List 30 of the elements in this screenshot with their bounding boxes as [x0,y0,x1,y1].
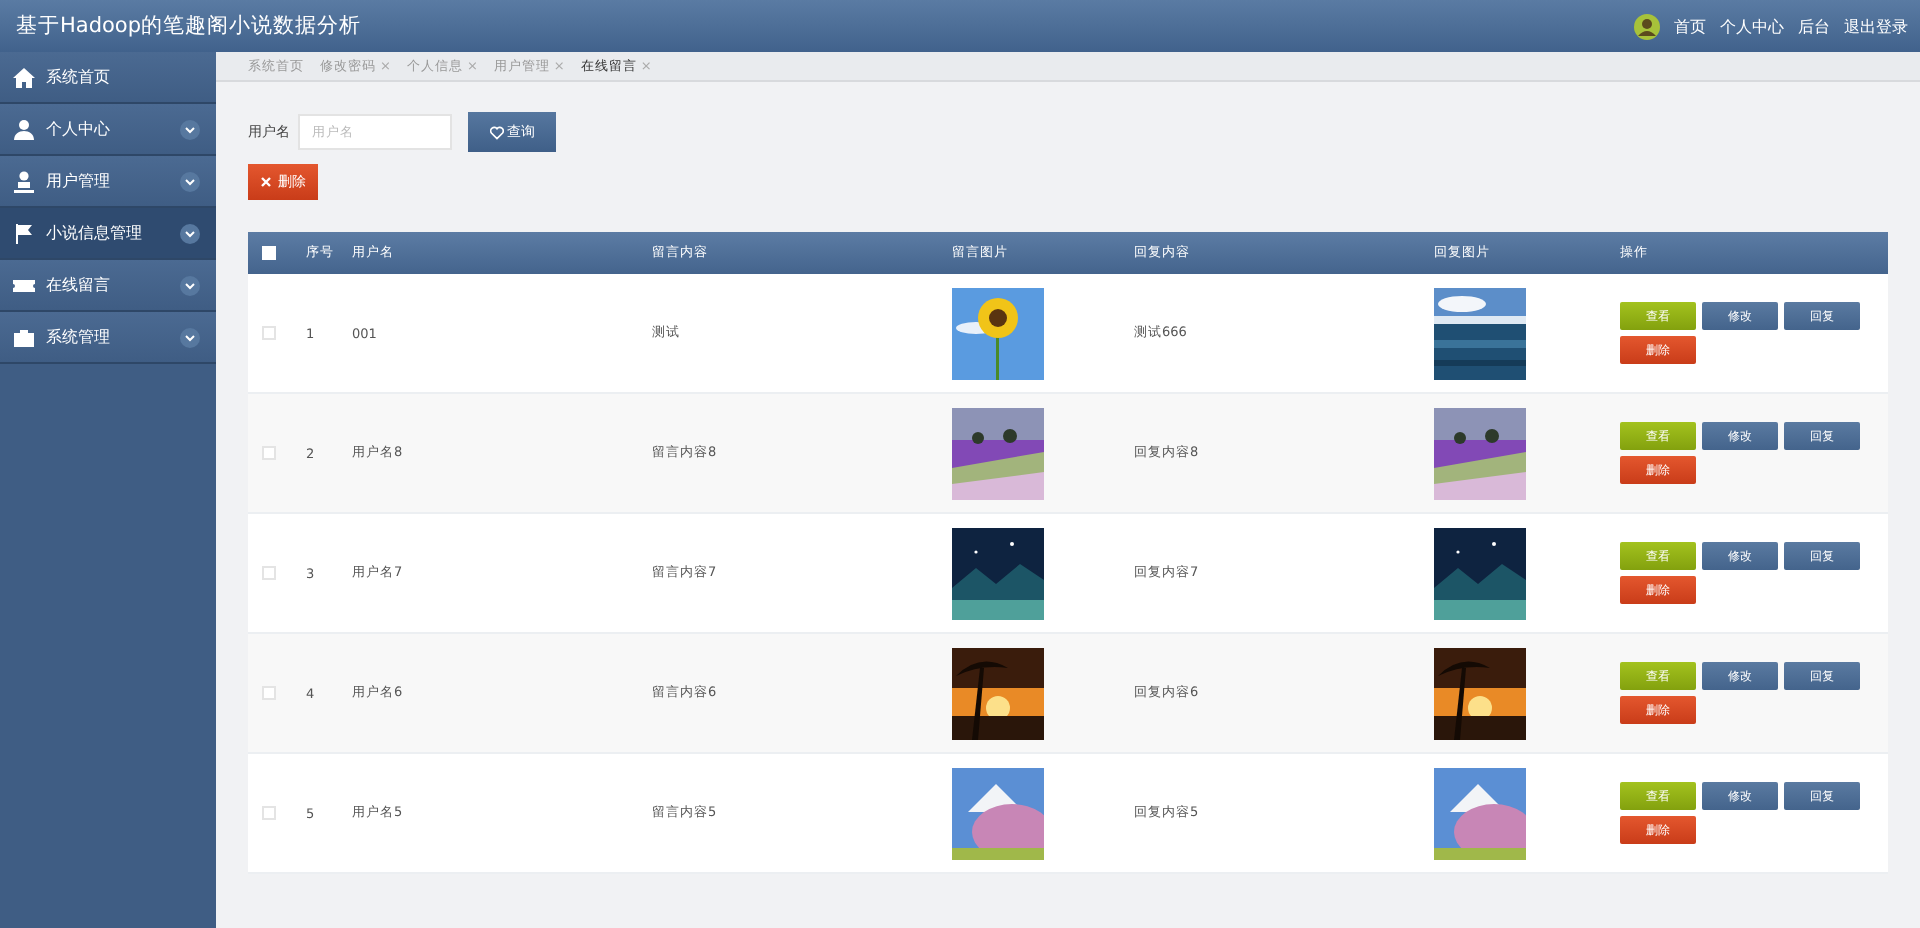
app-title: 基于Hadoop的笔趣阁小说数据分析 [16,12,364,40]
home-icon [12,65,36,89]
checkbox[interactable] [262,806,276,820]
sidebar-label: 系统管理 [46,326,112,348]
user-icon [12,117,36,141]
sidebar-label: 在线留言 [46,274,112,296]
sidebar-label: 系统首页 [46,66,112,88]
header-link[interactable]: 退出登录 [1844,15,1908,37]
sidebar-item[interactable]: 在线留言 [0,260,216,312]
sidebar-label: 用户管理 [46,170,112,192]
sidebar-label: 个人中心 [46,118,112,140]
briefcase-icon [12,325,36,349]
sidebar-item[interactable]: 系统管理 [0,312,216,364]
sidebar-label: 小说信息管理 [46,222,144,244]
avatar-icon [1634,13,1660,39]
sidebar-item[interactable]: 用户管理 [0,156,216,208]
close-icon [260,176,272,188]
header-link[interactable]: 个人中心 [1720,15,1784,37]
flag-icon [12,221,36,245]
checkbox[interactable] [262,326,276,340]
sidebar-item[interactable]: 系统首页 [0,52,216,104]
checkbox[interactable] [262,446,276,460]
sidebar-item[interactable]: 小说信息管理 [0,208,216,260]
checkbox[interactable] [262,686,276,700]
user-icon [12,169,36,193]
checkbox[interactable] [262,566,276,580]
sidebar-item[interactable]: 个人中心 [0,104,216,156]
heart-icon [489,125,503,139]
header-link[interactable]: 首页 [1674,15,1706,37]
header-link[interactable]: 后台 [1798,15,1830,37]
